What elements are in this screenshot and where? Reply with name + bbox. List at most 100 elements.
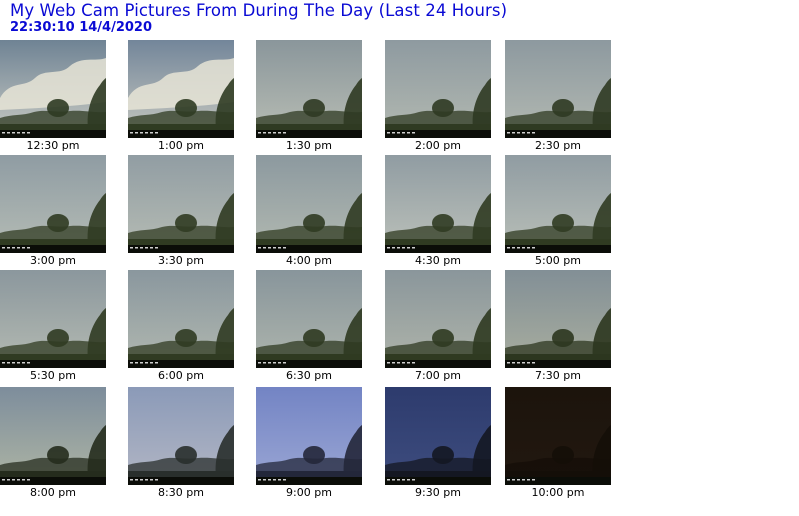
webcam-thumbnail-image[interactable] (256, 270, 362, 368)
overlay-strip (256, 477, 362, 485)
overlay-mark (140, 247, 143, 249)
webcam-thumbnail-image[interactable] (256, 387, 362, 485)
overlay-mark (407, 362, 410, 364)
thumbnail-time-label: 1:30 pm (286, 139, 332, 152)
tree (47, 99, 69, 117)
overlay-mark (278, 132, 281, 134)
overlay-mark (517, 132, 520, 134)
tree (303, 214, 325, 232)
tree (175, 446, 197, 464)
overlay-mark (273, 362, 276, 364)
overlay-mark (263, 479, 266, 481)
thumbnail-time-label: 4:00 pm (286, 254, 332, 267)
tree (175, 214, 197, 232)
webcam-thumbnail-image[interactable] (385, 40, 491, 138)
overlay-mark (268, 247, 271, 249)
webcam-thumbnail-image[interactable] (128, 387, 234, 485)
overlay-mark (527, 132, 530, 134)
overlay-mark (412, 132, 415, 134)
overlay-mark (150, 132, 153, 134)
overlay-mark (278, 479, 281, 481)
overlay-mark (258, 247, 261, 249)
overlay-strip (256, 130, 362, 138)
last-updated-timestamp: 22:30:10 14/4/2020 (10, 20, 153, 35)
tree (432, 329, 454, 347)
webcam-thumbnail-image[interactable] (385, 155, 491, 253)
tree (552, 329, 574, 347)
overlay-mark (258, 479, 261, 481)
overlay-mark (412, 247, 415, 249)
overlay-mark (527, 479, 530, 481)
overlay-mark (507, 247, 510, 249)
overlay-mark (145, 132, 148, 134)
thumbnail-time-label: 8:00 pm (30, 486, 76, 499)
overlay-mark (283, 247, 286, 249)
overlay-mark (145, 247, 148, 249)
overlay-mark (12, 247, 15, 249)
overlay-strip (0, 130, 106, 138)
overlay-mark (387, 247, 390, 249)
webcam-thumbnail-image[interactable] (0, 387, 106, 485)
overlay-mark (412, 362, 415, 364)
overlay-mark (522, 479, 525, 481)
thumbnail-time-label: 2:30 pm (535, 139, 581, 152)
tree (175, 329, 197, 347)
webcam-thumbnail-image[interactable] (128, 270, 234, 368)
thumbnail-time-label: 7:30 pm (535, 369, 581, 382)
thumbnail-time-label: 3:00 pm (30, 254, 76, 267)
thumbnail-time-label: 5:00 pm (535, 254, 581, 267)
webcam-thumbnail-image[interactable] (505, 40, 611, 138)
overlay-mark (17, 362, 20, 364)
overlay-mark (12, 479, 15, 481)
overlay-mark (507, 132, 510, 134)
tree (47, 329, 69, 347)
page-title: My Web Cam Pictures From During The Day … (10, 1, 508, 20)
overlay-mark (512, 247, 515, 249)
thumbnail-time-label: 12:30 pm (26, 139, 80, 152)
webcam-thumbnail-image[interactable] (0, 270, 106, 368)
overlay-mark (22, 479, 25, 481)
webcam-thumbnail-image[interactable] (128, 40, 234, 138)
overlay-mark (412, 479, 415, 481)
tree (552, 446, 574, 464)
webcam-thumbnail-image[interactable] (505, 270, 611, 368)
tree (303, 446, 325, 464)
thumbnail-time-label: 6:00 pm (158, 369, 204, 382)
overlay-mark (150, 247, 153, 249)
tree (303, 329, 325, 347)
webcam-thumbnail-image[interactable] (256, 40, 362, 138)
overlay-mark (17, 132, 20, 134)
overlay-mark (507, 479, 510, 481)
thumbnail-time-label: 8:30 pm (158, 486, 204, 499)
overlay-mark (155, 479, 158, 481)
overlay-mark (12, 362, 15, 364)
overlay-strip (0, 477, 106, 485)
overlay-mark (17, 479, 20, 481)
webcam-thumbnail-image[interactable] (0, 155, 106, 253)
overlay-mark (130, 362, 133, 364)
webcam-thumbnail-image[interactable] (385, 387, 491, 485)
overlay-mark (268, 132, 271, 134)
webcam-thumbnail-image[interactable] (128, 155, 234, 253)
thumbnail-time-label: 9:30 pm (415, 486, 461, 499)
thumbnail-time-label: 4:30 pm (415, 254, 461, 267)
overlay-mark (27, 247, 30, 249)
overlay-strip (385, 130, 491, 138)
overlay-mark (283, 132, 286, 134)
webcam-thumbnail-image[interactable] (505, 155, 611, 253)
webcam-thumbnail-image[interactable] (385, 270, 491, 368)
webcam-thumbnail-image[interactable] (256, 155, 362, 253)
overlay-strip (0, 245, 106, 253)
webcam-thumbnail-image[interactable] (0, 40, 106, 138)
overlay-mark (512, 362, 515, 364)
overlay-mark (387, 362, 390, 364)
overlay-mark (402, 132, 405, 134)
tree (432, 446, 454, 464)
overlay-mark (407, 132, 410, 134)
overlay-strip (256, 245, 362, 253)
overlay-strip (385, 245, 491, 253)
overlay-mark (7, 362, 10, 364)
webcam-thumbnail-image[interactable] (505, 387, 611, 485)
overlay-mark (155, 132, 158, 134)
overlay-mark (130, 247, 133, 249)
